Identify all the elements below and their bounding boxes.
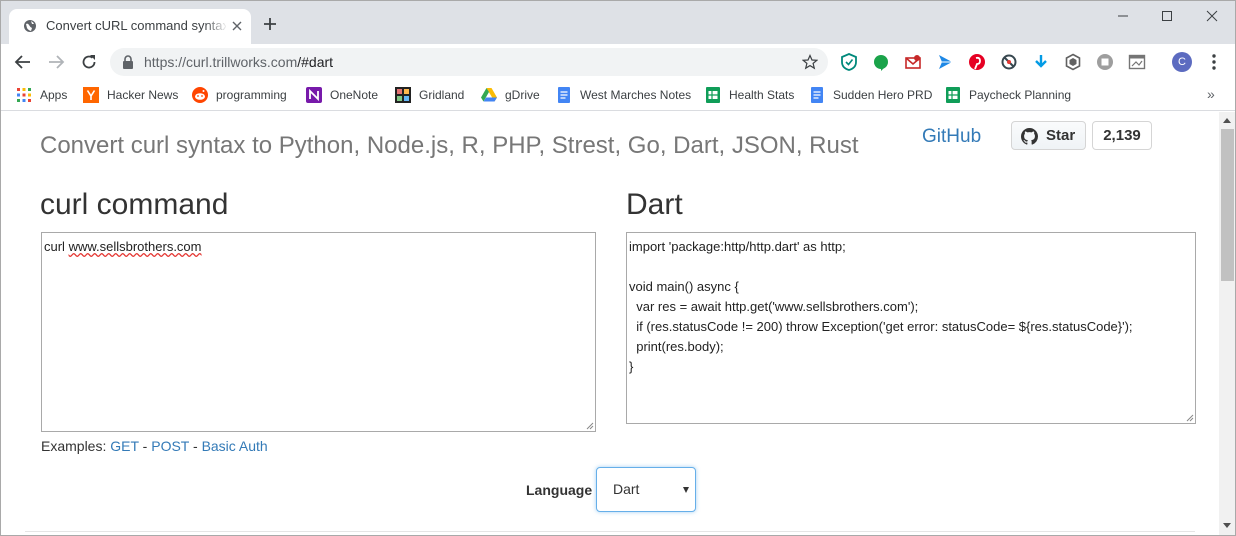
example-post-link[interactable]: POST bbox=[151, 438, 189, 454]
github-link[interactable]: GitHub bbox=[922, 126, 981, 148]
new-tab-icon[interactable] bbox=[263, 17, 277, 31]
url-text: https://curl.trillworks.com/#dart bbox=[144, 54, 333, 70]
reddit-icon bbox=[192, 87, 208, 103]
star-label: Star bbox=[1046, 127, 1076, 144]
example-basic-auth-link[interactable]: Basic Auth bbox=[202, 438, 268, 454]
tab-active[interactable]: Convert cURL command syntax to bbox=[9, 9, 251, 44]
resize-grip-icon[interactable] bbox=[586, 422, 594, 430]
google-docs-icon bbox=[558, 87, 570, 103]
examples-separator: - bbox=[189, 438, 202, 454]
scroll-down-arrow-icon[interactable] bbox=[1223, 523, 1231, 528]
shield-extension-icon[interactable] bbox=[840, 53, 858, 71]
page-title: Convert curl syntax to Python, Node.js, … bbox=[40, 132, 859, 159]
scrollbar-thumb[interactable] bbox=[1221, 129, 1234, 281]
scroll-up-arrow-icon[interactable] bbox=[1223, 118, 1231, 123]
bookmark-gridland[interactable]: Gridland bbox=[395, 85, 464, 105]
onenote-icon bbox=[306, 87, 322, 103]
page-scrollbar[interactable] bbox=[1219, 112, 1235, 535]
bookmarks-bar: Apps Hacker News programming OneNote Gri… bbox=[1, 80, 1235, 111]
bookmark-paycheck-planning[interactable]: Paycheck Planning bbox=[945, 85, 1071, 105]
browser-window: Convert cURL command syntax to https://c… bbox=[0, 0, 1236, 536]
globe-icon bbox=[24, 20, 36, 32]
close-icon[interactable] bbox=[231, 20, 243, 32]
send-extension-icon[interactable] bbox=[936, 53, 954, 71]
bookmark-label: West Marches Notes bbox=[580, 88, 692, 102]
bookmark-label: Health Stats bbox=[729, 88, 795, 102]
bookmark-label: Gridland bbox=[419, 88, 465, 102]
language-select-value: Dart bbox=[613, 481, 640, 497]
lock-icon bbox=[123, 55, 133, 69]
curl-input-prefix: curl bbox=[44, 239, 69, 254]
bookmark-label: programming bbox=[216, 88, 287, 102]
block-extension-icon[interactable] bbox=[1000, 53, 1018, 71]
hacker-news-icon bbox=[83, 87, 99, 103]
star-count-badge[interactable]: 2,139 bbox=[1092, 121, 1152, 150]
bookmark-apps[interactable]: Apps bbox=[16, 85, 67, 105]
bookmark-star-icon[interactable] bbox=[802, 54, 818, 70]
google-sheets-icon bbox=[946, 87, 960, 103]
url-host: https://curl.trillworks.com bbox=[144, 54, 298, 70]
divider bbox=[25, 531, 1195, 532]
google-sheets-icon bbox=[706, 87, 720, 103]
hexagon-extension-icon[interactable] bbox=[1064, 53, 1082, 71]
url-path: /#dart bbox=[297, 54, 334, 70]
examples-separator: - bbox=[138, 438, 152, 454]
google-docs-icon bbox=[811, 87, 823, 103]
bookmark-health-stats[interactable]: Health Stats bbox=[705, 85, 794, 105]
mail-extension-icon[interactable] bbox=[904, 53, 922, 71]
window-close-icon[interactable] bbox=[1205, 9, 1219, 23]
curl-command-heading: curl command bbox=[40, 188, 229, 221]
language-select[interactable]: Dart bbox=[596, 467, 696, 512]
apps-grid-icon bbox=[17, 88, 31, 102]
resize-grip-icon[interactable] bbox=[1186, 414, 1194, 422]
bookmark-gdrive[interactable]: gDrive bbox=[481, 85, 540, 105]
output-language-heading: Dart bbox=[626, 188, 683, 221]
examples-label: Examples: bbox=[41, 438, 107, 454]
address-bar[interactable]: https://curl.trillworks.com/#dart bbox=[110, 48, 828, 76]
minimize-icon[interactable] bbox=[1116, 9, 1130, 23]
back-arrow-icon[interactable] bbox=[14, 53, 32, 71]
generated-code-output[interactable]: import 'package:http/http.dart' as http;… bbox=[626, 232, 1196, 424]
tab-title: Convert cURL command syntax to bbox=[46, 18, 226, 33]
examples-row: Examples: GET - POST - Basic Auth bbox=[41, 438, 268, 454]
bookmark-onenote[interactable]: OneNote bbox=[306, 85, 378, 105]
reload-icon[interactable] bbox=[80, 53, 98, 71]
download-extension-icon[interactable] bbox=[1032, 53, 1050, 71]
bookmark-label: Hacker News bbox=[107, 88, 179, 102]
page-content: Convert curl syntax to Python, Node.js, … bbox=[1, 112, 1219, 535]
github-icon bbox=[1021, 128, 1038, 145]
more-bookmarks-chevron-icon[interactable]: » bbox=[1207, 86, 1215, 102]
bookmark-label: OneNote bbox=[330, 88, 379, 102]
bookmark-hacker-news[interactable]: Hacker News bbox=[83, 85, 178, 105]
github-star-button[interactable]: Star bbox=[1011, 121, 1086, 150]
bookmark-programming[interactable]: programming bbox=[192, 85, 287, 105]
forward-arrow-icon[interactable] bbox=[47, 53, 65, 71]
square-extension-icon[interactable] bbox=[1096, 53, 1114, 71]
tab-strip: Convert cURL command syntax to bbox=[1, 1, 1235, 44]
bookmark-label: Apps bbox=[40, 88, 68, 102]
example-get-link[interactable]: GET bbox=[110, 438, 139, 454]
maximize-icon[interactable] bbox=[1160, 9, 1174, 23]
bookmark-label: Paycheck Planning bbox=[969, 88, 1072, 102]
pinterest-extension-icon[interactable] bbox=[968, 53, 986, 71]
curl-input-url: www.sellsbrothers.com bbox=[68, 239, 202, 254]
evernote-extension-icon[interactable] bbox=[872, 53, 890, 71]
screenshot-extension-icon[interactable] bbox=[1128, 53, 1146, 71]
bookmark-west-marches-notes[interactable]: West Marches Notes bbox=[556, 85, 691, 105]
chevron-down-icon bbox=[683, 487, 689, 493]
gridland-icon bbox=[395, 87, 411, 103]
generated-code-text: import 'package:http/http.dart' as http;… bbox=[629, 239, 1133, 374]
bookmark-sudden-hero-prd[interactable]: Sudden Hero PRD bbox=[809, 85, 932, 105]
language-label: Language bbox=[526, 482, 593, 498]
curl-command-input[interactable]: curl www.sellsbrothers.com bbox=[41, 232, 596, 432]
more-vert-icon[interactable] bbox=[1209, 53, 1219, 71]
google-drive-icon bbox=[481, 88, 497, 102]
browser-toolbar: https://curl.trillworks.com/#dart C bbox=[1, 44, 1235, 80]
profile-avatar[interactable]: C bbox=[1172, 52, 1192, 72]
bookmark-label: Sudden Hero PRD bbox=[833, 88, 933, 102]
bookmark-label: gDrive bbox=[505, 88, 540, 102]
